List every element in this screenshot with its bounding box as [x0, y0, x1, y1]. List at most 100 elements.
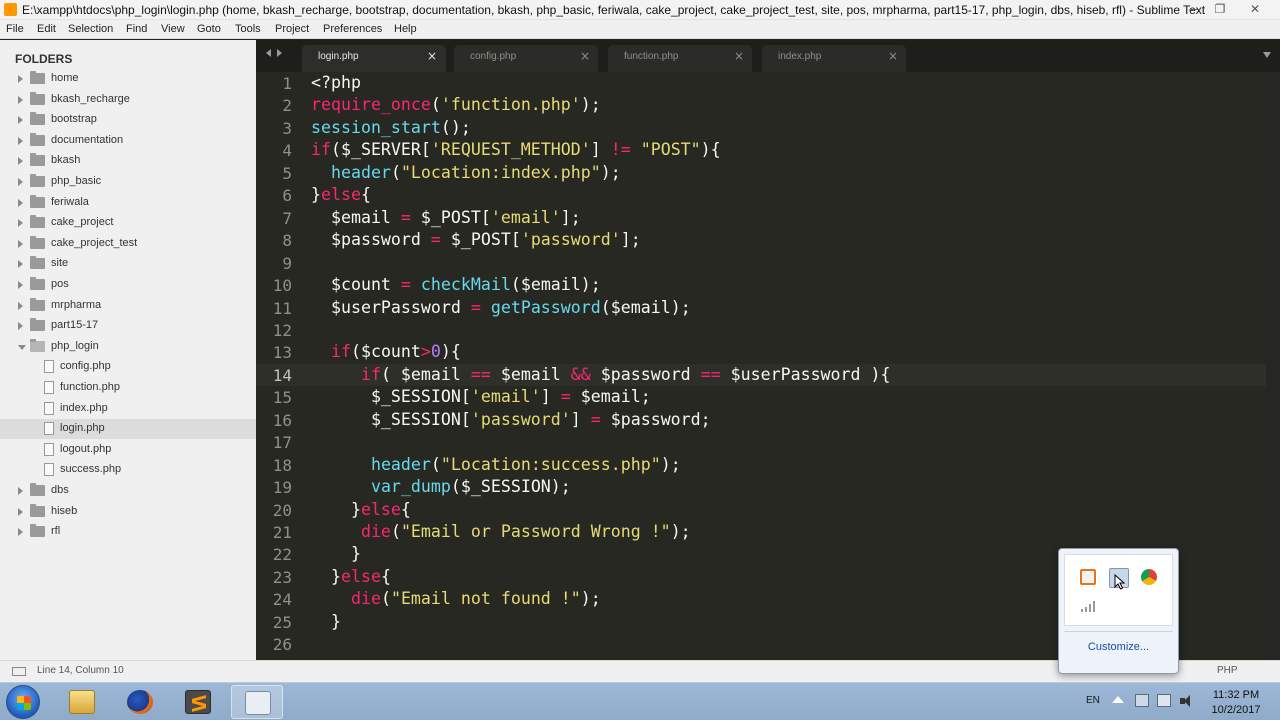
code-line[interactable]: 21 die("Email or Password Wrong !"); [256, 521, 1266, 544]
chevron-right-icon[interactable] [18, 260, 23, 269]
chevron-right-icon[interactable] [18, 178, 23, 186]
close-button[interactable]: ✕ [1244, 1, 1266, 17]
chevron-right-icon[interactable] [18, 157, 23, 166]
chevron-right-icon[interactable] [18, 528, 23, 537]
code-line[interactable]: 13 if($count>0){ [256, 341, 1266, 364]
code-line[interactable]: 12 [256, 319, 1266, 342]
volume-icon[interactable] [1180, 694, 1194, 707]
file-item-success-php[interactable]: success.php [0, 460, 256, 480]
folder-item-site[interactable]: site [0, 254, 256, 274]
chevron-right-icon[interactable] [18, 219, 23, 228]
menu-file[interactable]: File [6, 23, 24, 35]
file-item-function-php[interactable]: function.php [0, 378, 256, 398]
chevron-down-icon[interactable] [18, 344, 26, 350]
file-item-config-php[interactable]: config.php [0, 357, 256, 377]
folder-item-feriwala[interactable]: feriwala [0, 193, 256, 213]
show-hidden-icons-icon[interactable] [1112, 696, 1124, 703]
clock-date[interactable]: 10/2/2017 [1208, 704, 1264, 716]
code-line[interactable]: 9 [256, 252, 1266, 275]
chevron-right-icon[interactable] [18, 116, 23, 125]
code-line[interactable]: 2 require_once('function.php'); [256, 94, 1266, 117]
menu-goto[interactable]: Goto [197, 23, 221, 35]
code-line[interactable]: 15 $_SESSION['email'] = $email; [256, 386, 1266, 409]
tab-close-icon[interactable]: × [580, 49, 590, 63]
chevron-right-icon[interactable] [18, 281, 23, 289]
chevron-right-icon[interactable] [18, 136, 23, 145]
code-line[interactable]: 3 session_start(); [256, 117, 1266, 140]
tab-close-icon[interactable]: × [888, 49, 898, 63]
xampp-icon[interactable] [1080, 569, 1096, 585]
taskbar-explorer-button[interactable] [56, 685, 108, 719]
folder-item-php-login[interactable]: php_login [0, 337, 256, 357]
clock-time[interactable]: 11:32 PM [1208, 689, 1264, 701]
tab-config-php[interactable]: config.php × [454, 45, 598, 72]
code-line[interactable]: 4 if($_SERVER['REQUEST_METHOD'] != "POST"… [256, 139, 1266, 162]
syntax-selector[interactable]: PHP [1217, 665, 1238, 676]
file-item-index-php[interactable]: index.php [0, 399, 256, 419]
menu-find[interactable]: Find [126, 23, 147, 35]
menu-tools[interactable]: Tools [235, 23, 261, 35]
menu-help[interactable]: Help [394, 23, 417, 35]
code-line[interactable]: 18 header("Location:success.php"); [256, 454, 1266, 477]
chevron-right-icon[interactable] [18, 301, 23, 310]
folder-item-bootstrap[interactable]: bootstrap [0, 110, 256, 130]
language-indicator[interactable]: EN [1086, 695, 1100, 706]
code-line[interactable]: 16 $_SESSION['password'] = $password; [256, 409, 1266, 432]
chevron-right-icon[interactable] [18, 507, 23, 516]
maximize-button[interactable]: ❐ [1209, 1, 1231, 17]
tab-close-icon[interactable]: × [427, 49, 437, 63]
tab-login-php[interactable]: login.php × [302, 45, 446, 72]
file-item-logout-php[interactable]: logout.php [0, 440, 256, 460]
code-line[interactable]: 1 <?php [256, 72, 1266, 95]
code-line[interactable]: 8 $password = $_POST['password']; [256, 229, 1266, 252]
network-signal-icon[interactable] [1080, 599, 1098, 613]
code-line[interactable]: 5 header("Location:index.php"); [256, 162, 1266, 185]
chrome-icon[interactable] [1141, 569, 1157, 585]
code-line[interactable]: 7 $email = $_POST['email']; [256, 207, 1266, 230]
tab-index-php[interactable]: index.php × [762, 45, 906, 72]
taskbar-window-button[interactable] [231, 685, 283, 719]
file-item-login-php[interactable]: login.php [0, 419, 256, 440]
folder-item-part15-17[interactable]: part15-17 [0, 316, 256, 336]
folder-item-php-basic[interactable]: php_basic [0, 172, 256, 192]
folder-item-cake-project[interactable]: cake_project [0, 213, 256, 233]
folder-item-mrpharma[interactable]: mrpharma [0, 296, 256, 316]
tab-function-php[interactable]: function.php × [608, 45, 752, 72]
menu-project[interactable]: Project [275, 23, 309, 35]
folder-item-rfl[interactable]: rfl [0, 522, 256, 542]
chevron-right-icon[interactable] [18, 322, 23, 331]
code-line[interactable]: 17 [256, 431, 1266, 454]
chevron-right-icon[interactable] [18, 239, 23, 248]
folder-item-pos[interactable]: pos [0, 275, 256, 295]
code-line[interactable]: 14 if( $email == $email && $password == … [256, 363, 1266, 387]
minimize-button[interactable]: — [1184, 1, 1206, 17]
action-center-icon[interactable] [1135, 694, 1149, 707]
start-button[interactable] [6, 685, 40, 719]
folder-item-home[interactable]: home [0, 69, 256, 89]
network-icon[interactable] [1157, 694, 1171, 707]
folder-item-hiseb[interactable]: hiseb [0, 502, 256, 522]
tab-scroll-left-icon[interactable] [266, 49, 271, 57]
tab-scroll-right-icon[interactable] [277, 49, 282, 57]
code-line[interactable]: 20 }else{ [256, 499, 1266, 522]
taskbar-firefox-button[interactable] [114, 685, 166, 719]
panel-toggle-icon[interactable] [12, 667, 26, 676]
code-line[interactable]: 11 $userPassword = getPassword($email); [256, 297, 1266, 320]
folder-item-bkash[interactable]: bkash [0, 151, 256, 171]
chevron-right-icon[interactable] [18, 487, 23, 495]
chevron-right-icon[interactable] [18, 198, 23, 207]
folder-item-documentation[interactable]: documentation [0, 131, 256, 151]
menu-selection[interactable]: Selection [68, 23, 113, 35]
code-line[interactable]: 6}else{ [256, 184, 1266, 207]
editor-scrollbar[interactable] [1266, 72, 1280, 660]
tab-list-dropdown-icon[interactable] [1263, 52, 1271, 58]
taskbar-sublime-button[interactable] [172, 685, 224, 719]
code-line[interactable]: 10 $count = checkMail($email); [256, 274, 1266, 297]
folder-item-cake-project-test[interactable]: cake_project_test [0, 234, 256, 254]
menu-preferences[interactable]: Preferences [323, 23, 382, 35]
code-line[interactable]: 19 var_dump($_SESSION); [256, 476, 1266, 499]
menu-view[interactable]: View [161, 23, 185, 35]
customize-link[interactable]: Customize... [1059, 641, 1178, 653]
chevron-right-icon[interactable] [18, 95, 23, 104]
tab-close-icon[interactable]: × [734, 49, 744, 63]
